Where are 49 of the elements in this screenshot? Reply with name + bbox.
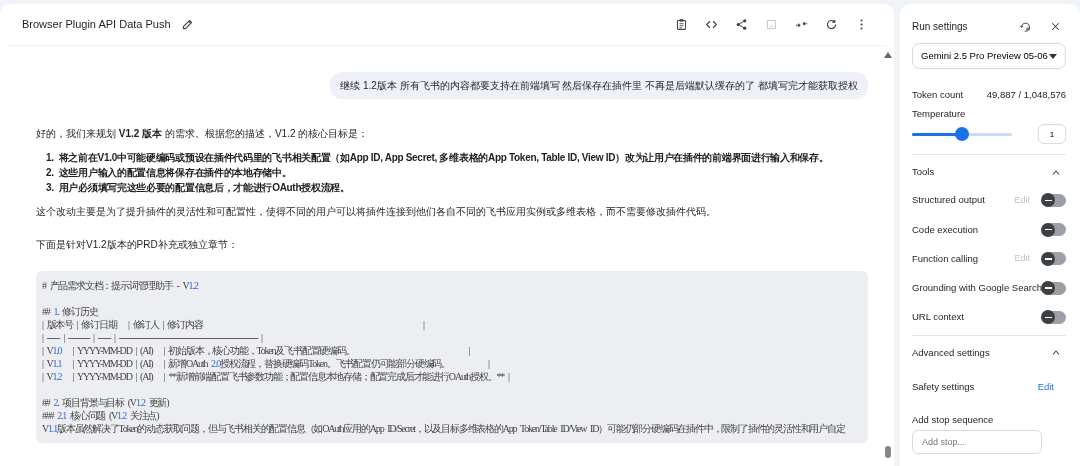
conversation-title: Browser Plugin API Data Push: [22, 17, 171, 33]
section-title: Tools: [912, 165, 935, 179]
chevron-icon[interactable]: [1052, 170, 1060, 175]
stop-sequence-field[interactable]: Add stop...: [912, 429, 1042, 454]
code-line: # 产品需求文档：提示词管理助手 - V1.2: [42, 279, 198, 292]
tool-label: Structured output: [912, 193, 985, 208]
list-item: 这些用户输入的配置信息将保存在插件的本地存储中。: [58, 166, 292, 180]
tool-label: Function calling: [912, 251, 978, 266]
token-count-label: Token count: [912, 88, 964, 102]
reply-paragraph: 好的，我们来规划 V1.2 版本 的需求。根据您的描述，V1.2 的核心目标是：: [36, 127, 370, 140]
reply-paragraph: 这个改动主要是为了提升插件的灵活性和可配置性，使得不同的用户可以将插件连接到他们各自不同的飞书应用实例或多维表格，而不需要修改插件代码。: [36, 205, 717, 218]
toggle-switch[interactable]: [1042, 310, 1066, 324]
reply-paragraph: 下面是针对V1.2版本的PRD补充或独立章节：: [36, 238, 239, 251]
stop-sequence-label: Add stop sequence: [912, 413, 994, 427]
panel-title: Run settings: [912, 19, 969, 34]
user-message: 继续 1.2版本 所有飞书的内容都要支持在前端填写 然后保存在插件里 不再是后端默认缓存的了 都填写完才能获取授权: [330, 72, 868, 99]
list-number: 2.: [46, 166, 54, 180]
code-line: ## 1. 修订历史: [42, 305, 98, 318]
toggle-switch[interactable]: [1042, 252, 1066, 266]
toggle-switch[interactable]: [1042, 281, 1066, 295]
code-line: | V1.1 | YYYY-MM-DD | (AI) | 新增OAuth 2.0授权流程，替换硬编码Token。飞书配置仍可能部分硬编码。 |: [42, 357, 489, 370]
token-count-value: 49,887 / 1,048,576: [986, 88, 1066, 102]
tool-label: Grounding with Google Search: [912, 281, 1042, 295]
temperature-input[interactable]: 1: [1038, 124, 1066, 144]
section-title: Advanced settings: [912, 345, 990, 360]
tool-label: URL context: [912, 310, 964, 325]
toggle-switch[interactable]: [1042, 223, 1066, 237]
safety-settings-label: Safety settings: [912, 379, 975, 394]
code-line: ## 2. 项目背景与目标 (V1.2 更新): [42, 396, 169, 409]
scrollbar-thumb[interactable]: [885, 446, 891, 458]
tool-label: Code execution: [912, 222, 979, 237]
code-line: | ------ | ---------- | ------ | ----------------------------------------------------------------- |: [42, 331, 262, 344]
list-item: 将之前在V1.0中可能硬编码或预设在插件代码里的飞书相关配置（如App ID, App Secret, 多维表格的App Token, Table ID, View ID）改为让用户在插件的前端界面进行输入和保存。: [58, 151, 829, 165]
model-select[interactable]: Gemini 2.5 Pro Preview 05-06: [912, 43, 1066, 69]
code-line: ### 2.1 核心问题 (V1.2 关注点): [42, 409, 159, 422]
temperature-label: Temperature: [912, 107, 966, 122]
chevron-icon[interactable]: [1052, 350, 1060, 356]
list-number: 1.: [46, 151, 54, 165]
code-line: | V1.0 | YYYY-MM-DD | (AI) | 初始版本，核心功能，Token及飞书配置硬编码。 |: [42, 344, 470, 357]
edit-link[interactable]: Edit: [1037, 379, 1054, 394]
list-item: 用户必须填写完这些必要的配置信息后，才能进行OAuth授权流程。: [58, 181, 350, 195]
scroll-up-icon[interactable]: [884, 52, 892, 58]
code-line: | V1.2 | YYYY-MM-DD | (AI) | **新增前端配置飞书参数功能；配置信息本地存储；配置完成后才能进行OAuth授权。** |: [42, 370, 509, 383]
list-number: 3.: [46, 181, 54, 195]
slider-thumb[interactable]: [955, 127, 969, 141]
code-line: | 版本号 | 修订日期 | 修订人 | 修订内容 |: [42, 318, 424, 331]
code-line: V1.1版本虽然解决了Token的动态获取问题，但与飞书相关的配置信息（如OAuth应用的App ID/Secret，以及目标多维表格的App Token/Table ID/View ID）可能仍部分硬编码在插件中，限制了插件的灵活性和用户自定: [42, 422, 845, 435]
caret-icon: [1049, 53, 1057, 59]
toggle-switch[interactable]: [1042, 193, 1066, 207]
